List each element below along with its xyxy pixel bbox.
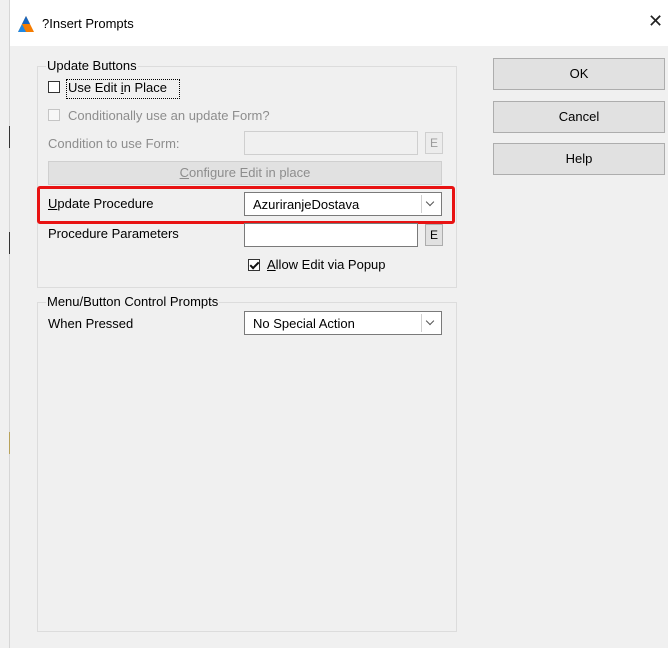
update-procedure-value: AzuriranjeDostava (253, 197, 360, 212)
update-buttons-group-label: Update Buttons (46, 58, 138, 73)
update-procedure-label: Update Procedure (48, 196, 154, 211)
conditionally-use-form-label: Conditionally use an update Form? (68, 108, 270, 123)
update-procedure-select[interactable]: AzuriranjeDostava (244, 192, 442, 216)
condition-to-use-form-field[interactable] (244, 131, 418, 155)
procedure-parameters-field[interactable] (244, 223, 418, 247)
window-title: ?Insert Prompts (42, 16, 134, 31)
configure-edit-in-place-button[interactable]: Configure Edit in place (48, 161, 442, 185)
menu-button-prompts-group-label: Menu/Button Control Prompts (46, 294, 220, 309)
background-window-edge (0, 0, 9, 648)
conditionally-use-form-checkbox[interactable] (48, 109, 60, 121)
procedure-parameters-label: Procedure Parameters (48, 226, 179, 241)
when-pressed-select[interactable]: No Special Action (244, 311, 442, 335)
help-button[interactable]: Help (493, 143, 665, 175)
use-edit-in-place-checkbox[interactable] (48, 81, 60, 93)
ok-button[interactable]: OK (493, 58, 665, 90)
chevron-down-icon[interactable] (421, 314, 439, 332)
close-icon[interactable]: ✕ (648, 12, 663, 30)
allow-edit-via-popup-checkbox[interactable] (248, 259, 260, 271)
condition-to-use-form-label: Condition to use Form: (48, 136, 180, 151)
chevron-down-icon[interactable] (421, 195, 439, 213)
procedure-parameters-expression-button[interactable]: E (425, 224, 443, 246)
app-triangle-icon (18, 16, 34, 32)
allow-edit-via-popup-label[interactable]: Allow Edit via Popup (267, 257, 386, 273)
when-pressed-value: No Special Action (253, 316, 355, 331)
when-pressed-label: When Pressed (48, 316, 134, 331)
condition-expression-button[interactable]: E (425, 132, 443, 154)
menu-button-prompts-group (37, 302, 457, 632)
cancel-button[interactable]: Cancel (493, 101, 665, 133)
use-edit-in-place-label[interactable]: Use Edit in Place (68, 80, 167, 96)
